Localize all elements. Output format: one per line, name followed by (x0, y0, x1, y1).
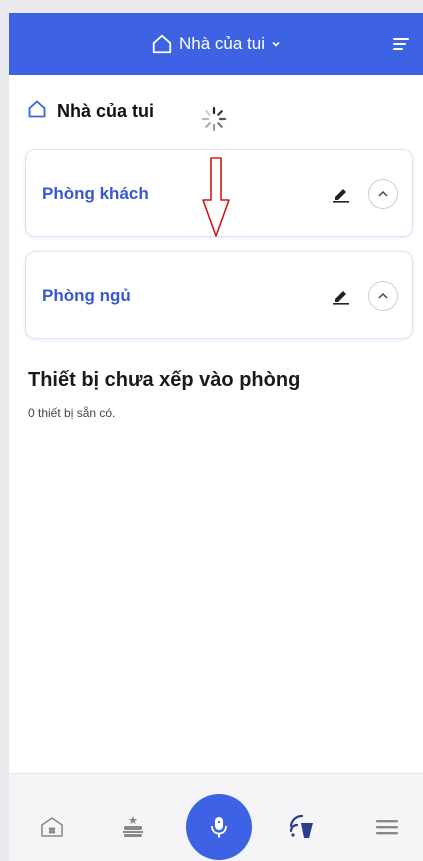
home-row: Nhà của tui (27, 97, 154, 125)
room-name[interactable]: Phòng khách (42, 184, 149, 204)
unassigned-title: Thiết bị chưa xếp vào phòng (28, 369, 301, 391)
edit-icon[interactable] (331, 286, 351, 306)
collapse-button[interactable] (368, 281, 398, 311)
app-screen: Nhà của tui Nhà của tui Phòng khách Phòn… (9, 13, 423, 861)
annotation-arrow-down-icon (201, 156, 231, 238)
app-header: Nhà của tui (9, 13, 423, 75)
home-selector[interactable]: Nhà của tui (9, 13, 423, 75)
header-title: Nhà của tui (179, 34, 265, 53)
home-icon (151, 33, 173, 55)
chevron-down-icon (271, 39, 281, 49)
home-label: Nhà của tui (57, 100, 155, 121)
unassigned-count: 0 thiết bị sẵn có. (28, 406, 116, 420)
cake-icon[interactable] (118, 812, 148, 842)
room-name[interactable]: Phòng ngủ (42, 286, 131, 306)
wireless-icon[interactable] (287, 812, 317, 842)
home-outline-icon (27, 99, 47, 124)
edit-icon[interactable] (331, 184, 351, 204)
microphone-icon (211, 817, 227, 838)
bottom-navigation (9, 773, 423, 861)
microphone-button[interactable] (186, 794, 252, 860)
menu-icon[interactable] (393, 37, 409, 51)
loading-spinner-icon (201, 106, 227, 132)
home-icon[interactable] (37, 812, 67, 842)
menu-icon[interactable] (372, 812, 402, 842)
collapse-button[interactable] (368, 179, 398, 209)
room-card[interactable]: Phòng ngủ (25, 251, 413, 339)
